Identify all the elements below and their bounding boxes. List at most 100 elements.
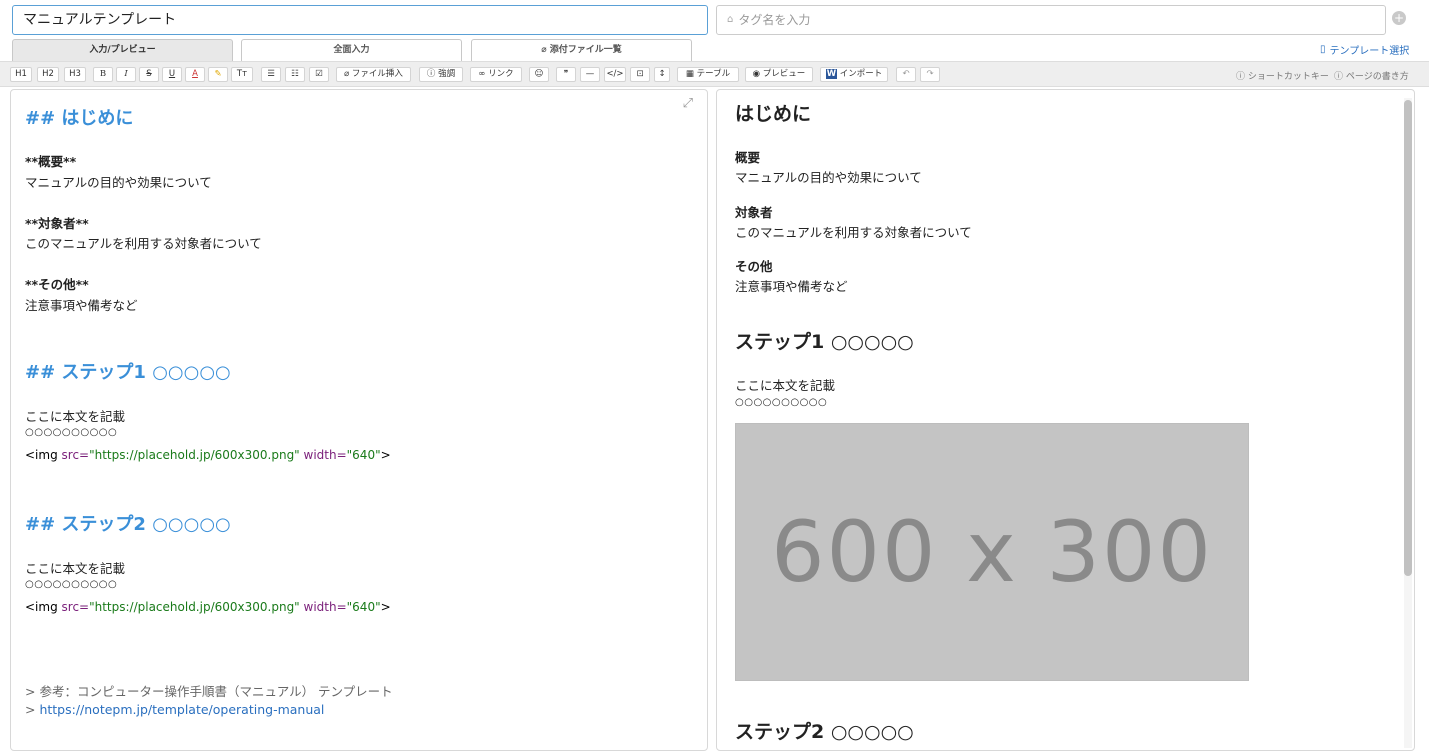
howto-label: ページの書き方: [1345, 72, 1409, 82]
link-label: リンク: [488, 69, 514, 79]
img-tag-close: >: [380, 448, 391, 462]
tag-input[interactable]: ⌂ タグ名を入力: [716, 5, 1386, 35]
numbered-list-icon[interactable]: ☷: [285, 67, 305, 82]
word-icon: W: [825, 69, 838, 79]
editor-heading-step1: ## ステップ1 ○○○○○: [25, 362, 231, 383]
img-width-attr: width=: [299, 448, 347, 462]
editor-toolbar: H1 H2 H3 B I S U A ✎ Tт ☰ ☷ ☑ ⌀ ファイル挿入 ⓘ…: [0, 61, 1429, 87]
eye-icon: ◉: [752, 69, 761, 79]
bullet-list-icon[interactable]: ☰: [261, 67, 281, 82]
preview-heading-intro: はじめに: [735, 103, 812, 125]
preview-step1-body: ここに本文を記載: [735, 378, 836, 393]
h1-button[interactable]: H1: [10, 67, 32, 82]
editor-target-text: このマニュアルを利用する対象者について: [25, 236, 262, 251]
preview-heading-step2: ステップ2 ○○○○○: [735, 721, 914, 743]
template-select-link[interactable]: ▯ テンプレート選択: [1320, 42, 1409, 57]
img-width-attr: width=: [299, 600, 347, 614]
emphasis-label: 強調: [438, 69, 456, 79]
document-icon: ▯: [1320, 44, 1326, 55]
expand-icon[interactable]: ⤢: [683, 96, 693, 111]
preview-scrollbar-thumb[interactable]: [1404, 100, 1412, 576]
shortcut-link[interactable]: ⓘ ショートカットキー: [1236, 69, 1329, 82]
checkbox-icon[interactable]: ☑: [309, 67, 329, 82]
editor-quote-link-line: > https://notepm.jp/template/operating-m…: [25, 702, 324, 717]
preview-pane: はじめに 概要 マニュアルの目的や効果について 対象者 このマニュアルを利用する…: [716, 89, 1415, 751]
reference-link[interactable]: https://notepm.jp/template/operating-man…: [39, 702, 324, 717]
import-button[interactable]: W インポート: [820, 67, 888, 82]
shortcut-label: ショートカットキー: [1247, 72, 1329, 82]
img-width-value: "640": [346, 448, 381, 462]
font-color-button[interactable]: A: [185, 67, 205, 82]
help-icon: ⓘ: [1236, 72, 1246, 82]
tag-icon: ⌂: [727, 14, 734, 25]
strike-button[interactable]: S: [139, 67, 159, 82]
markdown-editor[interactable]: ⤢ ## はじめに **概要** マニュアルの目的や効果について **対象者**…: [10, 89, 708, 751]
table-label: テーブル: [696, 69, 731, 79]
file-insert-button[interactable]: ⌀ ファイル挿入: [336, 67, 411, 82]
img-src-value: "https://placehold.jp/600x300.png": [89, 448, 300, 462]
preview-label: プレビュー: [762, 69, 806, 79]
img-src-value: "https://placehold.jp/600x300.png": [89, 600, 300, 614]
info-icon: ⓘ: [426, 69, 436, 79]
link-icon: ∞: [478, 69, 486, 79]
horizontal-rule-button[interactable]: —: [580, 67, 600, 82]
img-src-attr: src=: [61, 448, 90, 462]
preview-other-text: 注意事項や備考など: [735, 279, 848, 294]
h3-button[interactable]: H3: [64, 67, 86, 82]
preview-overview-label: 概要: [735, 150, 761, 165]
img-tag-open: <img: [25, 600, 62, 614]
img-src-attr: src=: [61, 600, 90, 614]
paperclip-icon: ⌀: [541, 45, 547, 55]
tab-attachments[interactable]: ⌀ 添付ファイル一覧: [471, 39, 692, 61]
add-tag-icon[interactable]: +: [1392, 11, 1406, 25]
code-button[interactable]: </>: [604, 67, 626, 82]
editor-other-text: 注意事項や備考など: [25, 298, 138, 313]
tab-attachments-label: 添付ファイル一覧: [549, 45, 622, 55]
img-tag-open: <img: [25, 448, 62, 462]
editor-step2-circles: ○○○○○○○○○○: [25, 579, 118, 590]
preview-button[interactable]: ◉ プレビュー: [745, 67, 813, 82]
help-icon: ⓘ: [1334, 72, 1344, 82]
img-width-value: "640": [346, 600, 381, 614]
editor-step2-img-tag: <img src="https://placehold.jp/600x300.p…: [25, 600, 391, 614]
editor-overview-text: マニュアルの目的や効果について: [25, 175, 212, 190]
italic-button[interactable]: I: [116, 67, 136, 82]
preview-target-text: このマニュアルを利用する対象者について: [735, 225, 972, 240]
preview-step1-circles: ○○○○○○○○○○: [735, 397, 828, 408]
editor-step1-img-tag: <img src="https://placehold.jp/600x300.p…: [25, 448, 391, 462]
editor-step1-circles: ○○○○○○○○○○: [25, 427, 118, 438]
table-button[interactable]: ▦ テーブル: [677, 67, 739, 82]
bold-button[interactable]: B: [93, 67, 113, 82]
img-tag-close: >: [380, 600, 391, 614]
highlight-icon[interactable]: ✎: [208, 67, 228, 82]
tag-placeholder: タグ名を入力: [738, 13, 811, 27]
redo-button[interactable]: ↷: [920, 67, 940, 82]
editor-step1-body: ここに本文を記載: [25, 409, 126, 424]
title-input[interactable]: マニュアルテンプレート: [12, 5, 708, 35]
resize-button[interactable]: ↕: [654, 67, 670, 82]
template-select-label: テンプレート選択: [1329, 46, 1410, 57]
quote-button[interactable]: ❞: [556, 67, 576, 82]
emphasis-button[interactable]: ⓘ 強調: [419, 67, 463, 82]
quote-prefix: >: [25, 702, 40, 717]
file-insert-label: ファイル挿入: [351, 69, 403, 79]
preview-other-label: その他: [735, 259, 773, 274]
editor-target-label: **対象者**: [25, 216, 89, 231]
emoji-icon[interactable]: ☺: [529, 67, 549, 82]
tab-full-input[interactable]: 全面入力: [241, 39, 462, 61]
font-size-button[interactable]: Tт: [231, 67, 253, 82]
placeholder-image: 600 x 300: [735, 423, 1249, 681]
placeholder-image-text: 600 x 300: [771, 503, 1213, 601]
import-label: インポート: [839, 69, 883, 79]
tab-input-preview[interactable]: 入力/プレビュー: [12, 39, 233, 61]
editor-quote-reference: > 参考：コンピューター操作手順書（マニュアル） テンプレート: [25, 684, 393, 699]
h2-button[interactable]: H2: [37, 67, 59, 82]
howto-link[interactable]: ⓘ ページの書き方: [1334, 69, 1409, 82]
underline-button[interactable]: U: [162, 67, 182, 82]
editor-heading-step2: ## ステップ2 ○○○○○: [25, 514, 231, 535]
editor-other-label: **その他**: [25, 277, 89, 292]
embed-button[interactable]: ⊡: [630, 67, 650, 82]
editor-heading-intro: ## はじめに: [25, 108, 134, 129]
undo-button[interactable]: ↶: [896, 67, 916, 82]
link-button[interactable]: ∞ リンク: [470, 67, 522, 82]
